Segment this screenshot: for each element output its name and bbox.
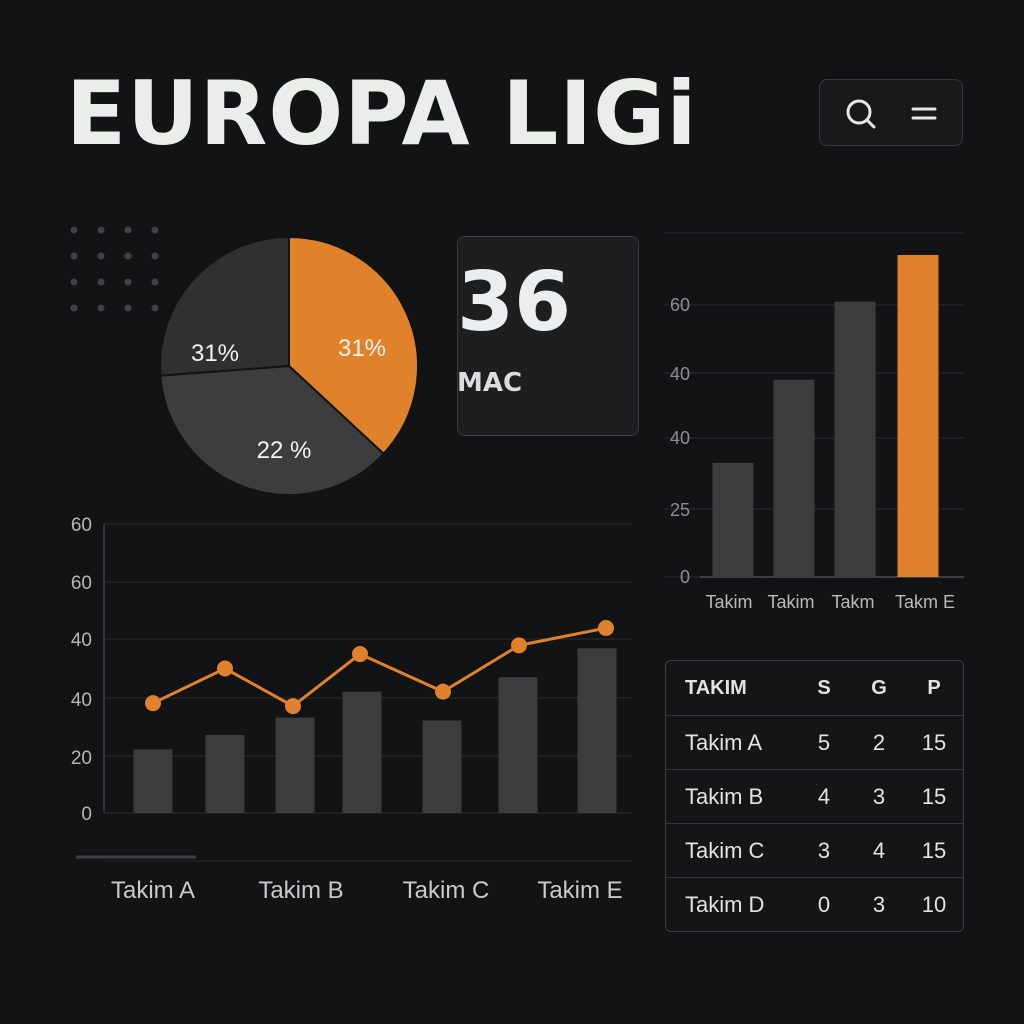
p-cell: 15 [921,784,947,809]
toolbar [819,79,963,146]
column-header-s: S [817,677,831,699]
x-tick-label: Takim [705,592,752,612]
bar [498,677,538,813]
x-tick-label: Takim C [403,877,490,904]
pie-label: 22 % [257,437,312,464]
bar [834,301,876,577]
decorative-dots [70,226,159,312]
bar [422,720,462,813]
search-icon [846,99,876,129]
kpi-value: 36 [457,255,572,350]
pie-slice-dark [159,364,385,496]
pie-label: 31% [338,335,386,362]
g-cell: 2 [872,730,886,755]
line-series [152,626,607,708]
column-header-p: P [927,677,941,699]
s-cell: 5 [817,730,831,755]
bar [133,749,173,813]
team-name-cell: Takim C [685,838,765,863]
x-tick-label: Takm [831,592,874,612]
p-cell: 10 [921,892,947,917]
bar-highlight [897,255,939,577]
pie-slice-mid [159,235,290,377]
kpi-label: MAC [457,368,523,398]
bar [205,734,245,813]
team-name-cell: Takim A [685,730,763,755]
line-point [598,620,614,637]
x-tick-label: Takim [767,592,814,612]
table-header-row: TAKIM S G P [666,661,963,715]
y-tick-label: 40 [670,428,690,448]
standings-table: TAKIM S G P Takim A 5 2 15 Takim B 4 3 1… [665,660,964,932]
y-tick-label: 20 [71,748,92,769]
bar [712,462,754,577]
column-header-team: TAKIM [685,677,747,699]
menu-button[interactable] [902,92,946,136]
table-row[interactable]: Takim C 3 4 15 [666,823,963,878]
s-cell: 0 [817,892,831,917]
y-tick-label: 60 [71,573,92,594]
g-cell: 3 [872,892,886,917]
y-tick-label: 60 [670,295,690,315]
line-point [352,646,368,663]
p-cell: 15 [921,838,947,863]
y-tick-label: 25 [670,500,690,520]
line-point [435,683,451,700]
x-tick-label: Takim E [537,877,622,904]
pie-label: 31% [191,340,239,367]
pie-slice-orange [288,235,419,456]
line-point [217,660,233,677]
y-tick-label: 0 [680,567,690,587]
line-point [285,698,301,715]
g-cell: 3 [872,784,886,809]
line-point [511,637,527,654]
p-cell: 15 [921,730,947,755]
column-header-g: G [871,677,887,699]
y-tick-label: 60 [71,515,92,536]
x-tick-label: Takim B [258,877,343,904]
search-button[interactable] [840,92,884,136]
team-name-cell: Takim B [685,784,764,809]
table-row[interactable]: Takim A 5 2 15 [666,715,963,770]
x-tick-label: Takim A [111,877,195,904]
x-tick-label: Takm E [895,592,955,612]
menu-icon [911,107,937,120]
line-point [145,695,161,712]
y-tick-label: 40 [670,364,690,384]
bar [342,691,382,813]
bar [773,379,815,577]
table-row[interactable]: Takim B 4 3 15 [666,769,963,824]
y-tick-label: 40 [71,630,92,651]
s-cell: 4 [817,784,831,809]
y-tick-label: 40 [71,690,92,711]
y-tick-label: 0 [81,804,92,825]
bar [577,648,617,813]
g-cell: 4 [872,838,886,863]
team-name-cell: Takim D [685,892,765,917]
page-title: EUROPA LIGi [66,62,698,165]
table-row[interactable]: Takim D 0 3 10 [666,877,963,931]
bar [275,717,315,813]
s-cell: 3 [817,838,831,863]
